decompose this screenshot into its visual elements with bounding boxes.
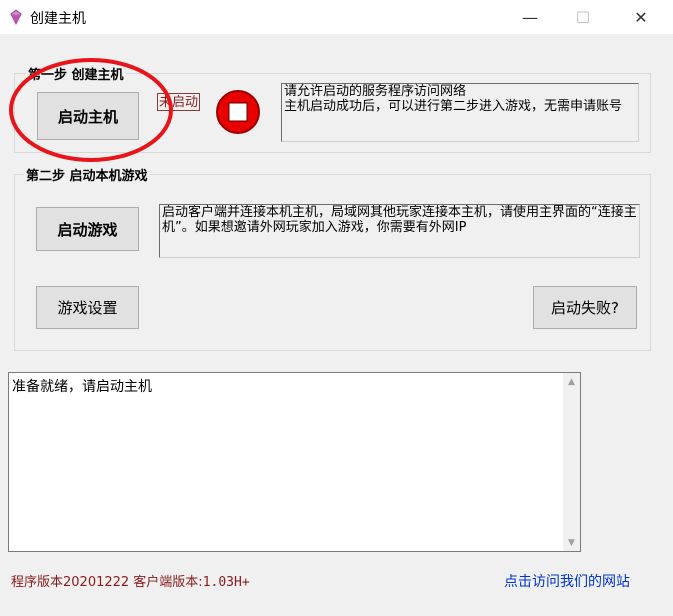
game-settings-button[interactable]: 游戏设置	[36, 286, 139, 329]
minimize-button[interactable]: —	[507, 0, 553, 34]
step1-title: 第一步 创建主机	[26, 64, 126, 83]
scroll-down-icon[interactable]: ▼	[563, 534, 580, 551]
log-textarea[interactable]: 准备就绪，请启动主机 ▲ ▼	[8, 372, 581, 552]
window-title: 创建主机	[30, 11, 86, 27]
version-info: 程序版本20201222 客户端版本:1.03H+	[11, 571, 250, 590]
version-prefix: 程序版本20201222 客户端版本:	[11, 575, 203, 590]
log-text: 准备就绪，请启动主机	[12, 379, 152, 395]
log-scrollbar[interactable]: ▲ ▼	[563, 373, 580, 551]
stop-icon	[216, 90, 260, 134]
website-link[interactable]: 点击访问我们的网站	[504, 571, 630, 591]
client-version: 1.03H+	[202, 575, 250, 590]
start-host-button[interactable]: 启动主机	[37, 92, 139, 140]
step2-title: 第二步 启动本机游戏	[24, 165, 150, 184]
gem-icon	[10, 9, 22, 25]
start-failed-button[interactable]: 启动失败?	[533, 286, 637, 329]
start-game-button[interactable]: 启动游戏	[36, 207, 139, 251]
close-button[interactable]: ✕	[618, 0, 664, 34]
step2-info-text: 启动客户端并连接本机主机，局域网其他玩家连接本主机，请使用主界面的“连接主机”。…	[159, 204, 640, 258]
step1-info-text: 请允许启动的服务程序访问网络 主机启动成功后，可以进行第二步进入游戏，无需申请账…	[281, 83, 639, 142]
scroll-up-icon[interactable]: ▲	[563, 373, 580, 390]
title-bar: 创建主机 — ☐ ✕	[0, 0, 673, 34]
maximize-button[interactable]: ☐	[560, 0, 606, 34]
host-status-label: 未启动	[157, 93, 201, 111]
